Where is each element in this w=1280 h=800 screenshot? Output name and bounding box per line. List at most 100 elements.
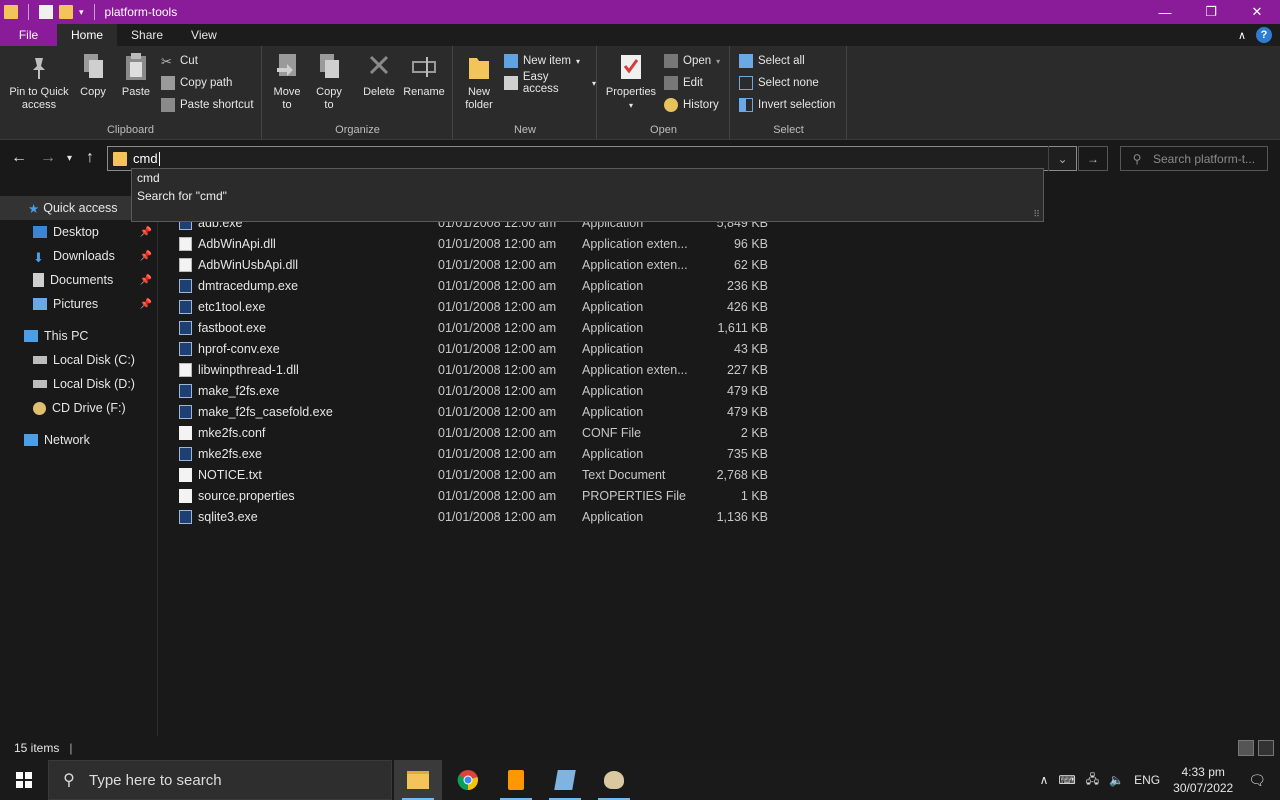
qat-dropdown-icon[interactable]: ▾ <box>79 7 84 18</box>
paste-shortcut-button[interactable]: Paste shortcut <box>161 96 254 114</box>
network-icon[interactable]: 🖧 <box>1086 770 1099 791</box>
history-button[interactable]: History <box>664 96 719 114</box>
new-item-button[interactable]: New item ▾ <box>504 52 580 70</box>
file-row[interactable]: sqlite3.exe 01/01/2008 12:00 am Applicatio… <box>159 506 779 527</box>
search-input[interactable]: Search platform-t... <box>1153 152 1255 166</box>
sidebar-item-downloads[interactable]: ⬇ Downloads 📌 <box>0 244 158 268</box>
tab-view[interactable]: View <box>177 24 231 46</box>
file-name: NOTICE.txt <box>198 467 262 482</box>
navigation-pane: ★ Quick access Desktop 📌 ⬇ Downloads 📌 D… <box>0 192 158 736</box>
show-hidden-icons-icon[interactable]: ∧ <box>1040 773 1049 787</box>
easy-access-button[interactable]: Easy access ▾ <box>504 71 596 95</box>
file-row[interactable]: AdbWinApi.dll 01/01/2008 12:00 am Applicat… <box>159 233 779 254</box>
clipboard-group: Pin to Quick access Copy Paste ✂ Cut Cop… <box>0 46 262 140</box>
delete-button[interactable]: Delete <box>359 52 399 99</box>
notifications-icon[interactable]: 🗨 <box>1248 772 1266 789</box>
select-none-button[interactable]: Select none <box>739 74 819 92</box>
file-row[interactable]: libwinpthread-1.dll 01/01/2008 12:00 am Ap… <box>159 359 779 380</box>
minimize-button[interactable]: — <box>1142 0 1188 24</box>
collapse-ribbon-icon[interactable]: ∧ <box>1238 29 1246 42</box>
sidebar-item-this-pc[interactable]: This PC <box>0 324 158 348</box>
tab-share[interactable]: Share <box>117 24 177 46</box>
clock[interactable]: 4:33 pm 30/07/2022 <box>1173 764 1233 796</box>
taskbar-sublime[interactable] <box>492 760 540 800</box>
select-all-button[interactable]: Select all <box>739 52 805 70</box>
address-dropdown-icon[interactable]: ⌄ <box>1048 146 1076 171</box>
sidebar-item-network[interactable]: Network <box>0 428 158 452</box>
keyboard-icon[interactable]: ⌨ <box>1058 773 1075 787</box>
rename-button[interactable]: Rename <box>401 52 447 99</box>
new-folder-icon[interactable] <box>59 5 73 19</box>
copy-button[interactable]: Copy <box>78 52 108 99</box>
volume-icon[interactable]: 🔈 <box>1109 773 1124 787</box>
taskbar-paint[interactable] <box>590 760 638 800</box>
properties-button[interactable]: Properties ▾ <box>604 52 658 112</box>
language-indicator[interactable]: ENG <box>1134 773 1160 787</box>
file-date: 01/01/2008 12:00 am <box>438 320 557 335</box>
move-to-button[interactable]: Move to <box>271 52 303 112</box>
file-row[interactable]: fastboot.exe 01/01/2008 12:00 am Applicati… <box>159 317 779 338</box>
file-row[interactable]: mke2fs.conf 01/01/2008 12:00 am CONF File 2… <box>159 422 779 443</box>
file-size: 62 KB <box>733 257 768 272</box>
tab-home[interactable]: Home <box>57 24 118 46</box>
application-icon <box>179 509 192 524</box>
file-row[interactable]: AdbWinUsbApi.dll 01/01/2008 12:00 am Appli… <box>159 254 779 275</box>
taskbar-notepad[interactable] <box>541 760 589 800</box>
file-row[interactable]: source.properties 01/01/2008 12:00 am PROP… <box>159 485 779 506</box>
suggestion-item[interactable]: cmd <box>132 169 1043 187</box>
sidebar-item-local-disk-c[interactable]: Local Disk (C:) <box>0 348 158 372</box>
sidebar-item-documents[interactable]: Documents 📌 <box>0 268 158 292</box>
file-date: 01/01/2008 12:00 am <box>438 488 557 503</box>
copy-path-button[interactable]: Copy path <box>161 74 232 92</box>
edit-button[interactable]: Edit <box>664 74 703 92</box>
suggestion-item[interactable]: Search for "cmd" <box>132 187 1043 205</box>
search-box[interactable]: ⚲ Search platform-t... <box>1120 146 1268 171</box>
sidebar-item-cd-drive[interactable]: CD Drive (F:) <box>0 396 158 420</box>
maximize-button[interactable]: ❐ <box>1188 0 1234 24</box>
file-type: CONF File <box>582 425 642 440</box>
sidebar-item-pictures[interactable]: Pictures 📌 <box>0 292 158 316</box>
close-button[interactable]: ✕ <box>1234 0 1280 24</box>
copy-to-button[interactable]: Copy to <box>313 52 345 112</box>
resize-grip-icon[interactable]: ⠿ <box>1033 210 1040 219</box>
taskbar-chrome[interactable] <box>444 760 492 800</box>
file-row[interactable]: dmtracedump.exe 01/01/2008 12:00 am Applic… <box>159 275 779 296</box>
file-row[interactable]: NOTICE.txt 01/01/2008 12:00 am Text Docume… <box>159 464 779 485</box>
cut-button[interactable]: ✂ Cut <box>161 52 198 70</box>
address-suggestions: cmd Search for "cmd" ⠿ <box>131 168 1044 222</box>
go-arrow-icon[interactable]: → <box>1078 146 1108 171</box>
new-folder-button[interactable]: New folder <box>460 52 498 112</box>
file-row[interactable]: mke2fs.exe 01/01/2008 12:00 am Application… <box>159 443 779 464</box>
start-button[interactable] <box>0 760 48 800</box>
open-button[interactable]: Open ▾ <box>664 52 720 70</box>
file-row[interactable]: etc1tool.exe 01/01/2008 12:00 am Applicati… <box>159 296 779 317</box>
properties-icon[interactable] <box>39 5 53 19</box>
taskbar-search[interactable]: ⚲ Type here to search <box>48 760 392 800</box>
file-row[interactable]: hprof-conv.exe 01/01/2008 12:00 am Applica… <box>159 338 779 359</box>
help-icon[interactable]: ? <box>1256 27 1272 43</box>
recent-locations-icon[interactable]: ▾ <box>67 153 72 164</box>
sidebar-item-desktop[interactable]: Desktop 📌 <box>0 220 158 244</box>
tab-file[interactable]: File <box>0 24 57 46</box>
back-arrow-icon[interactable]: ← <box>11 149 27 167</box>
forward-arrow-icon[interactable]: → <box>40 149 56 167</box>
file-row[interactable]: make_f2fs_casefold.exe 01/01/2008 12:00 a… <box>159 401 779 422</box>
quick-access-toolbar: ▾ <box>0 0 99 24</box>
invert-selection-button[interactable]: Invert selection <box>739 96 835 114</box>
large-icons-view-button[interactable] <box>1258 740 1274 756</box>
drive-icon <box>33 356 47 364</box>
folder-icon <box>4 5 18 19</box>
sidebar-item-local-disk-d[interactable]: Local Disk (D:) <box>0 372 158 396</box>
address-input[interactable]: cmd <box>133 151 158 166</box>
up-arrow-icon[interactable]: ↑ <box>86 149 94 167</box>
details-view-button[interactable] <box>1238 740 1254 756</box>
item-count: 15 items <box>14 741 60 755</box>
file-type: Application <box>582 509 644 524</box>
scissors-icon: ✂ <box>161 54 172 69</box>
file-name: dmtracedump.exe <box>198 278 299 293</box>
file-date: 01/01/2008 12:00 am <box>438 257 557 272</box>
file-row[interactable]: make_f2fs.exe 01/01/2008 12:00 am Applicat… <box>159 380 779 401</box>
taskbar-file-explorer[interactable] <box>394 760 442 800</box>
paste-button[interactable]: Paste <box>120 52 152 99</box>
pin-quick-access-button[interactable]: Pin to Quick access <box>6 52 72 112</box>
